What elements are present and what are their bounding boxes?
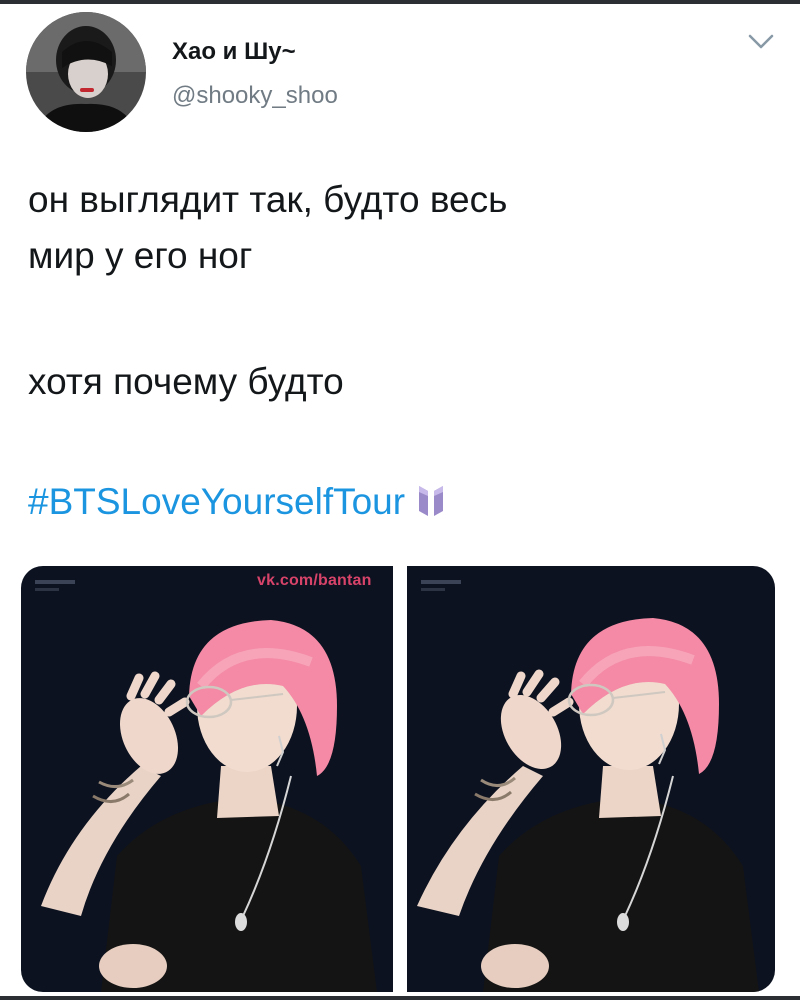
hashtag-link[interactable]: #BTSLoveYourselfTour	[28, 481, 405, 522]
photo-watermark: vk.com/bantan	[257, 572, 372, 589]
author-display-name[interactable]: Хао и Шу~	[172, 38, 296, 66]
bts-logo-icon	[417, 484, 445, 523]
author-handle[interactable]: @shooky_shoo	[172, 82, 338, 110]
media-photo-left[interactable]: vk.com/bantan	[21, 566, 393, 992]
chevron-down-icon[interactable]	[746, 30, 776, 54]
media-photo-right[interactable]	[407, 566, 775, 992]
author-avatar[interactable]	[26, 12, 146, 132]
avatar-image	[26, 12, 146, 132]
hashtag-row: #BTSLoveYourselfTour	[28, 480, 445, 530]
tweet-text-line-1: он выглядит так, будто весь	[28, 179, 508, 220]
top-border	[0, 0, 800, 4]
media-grid: vk.com/bantan	[21, 566, 775, 992]
tweet-text-line-3: хотя почему будто	[28, 361, 344, 402]
bottom-border	[0, 996, 800, 1000]
tweet-text-line-2: мир у его ног	[28, 235, 253, 276]
